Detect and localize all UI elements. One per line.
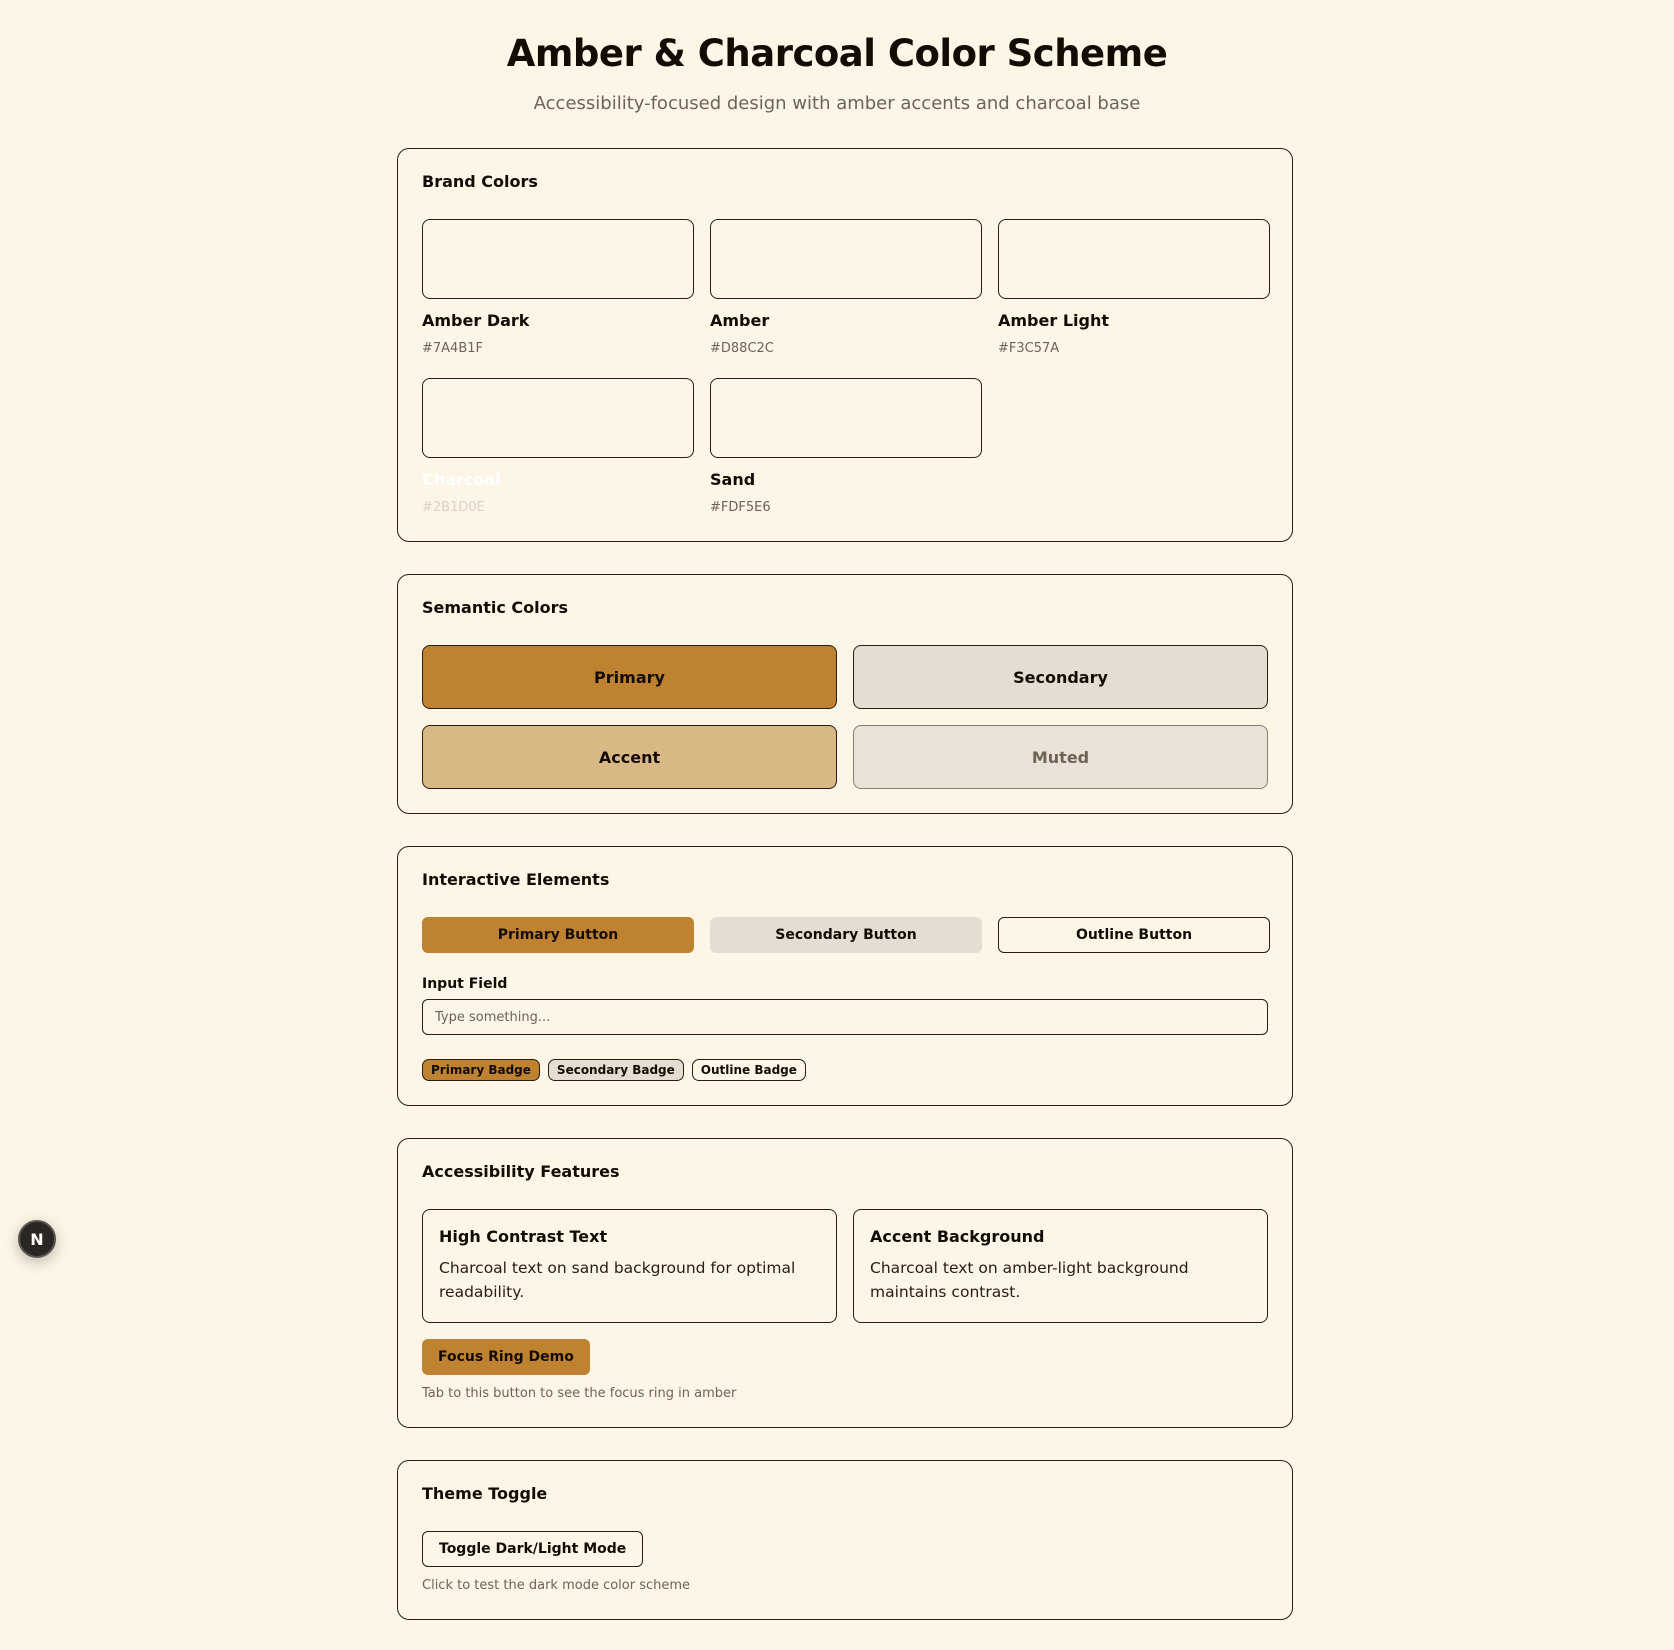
semantic-primary-tile: Primary	[422, 645, 837, 709]
swatch-hex: #2B1D0E	[422, 500, 485, 515]
nextjs-logo-icon[interactable]: N	[18, 1220, 56, 1258]
swatch-box	[422, 219, 694, 299]
swatch-amber-dark: Amber Dark #7A4B1F	[422, 219, 694, 358]
main-content: Brand Colors Amber Dark #7A4B1F Amber #D…	[397, 148, 1293, 1620]
feature-title: Accent Background	[870, 1227, 1045, 1246]
outline-badge: Outline Badge	[691, 1059, 806, 1081]
swatch-sand: Sand #FDF5E6	[710, 378, 982, 517]
semantic-grid: Primary Secondary Accent Muted	[422, 645, 1268, 789]
brand-colors-card: Brand Colors Amber Dark #7A4B1F Amber #D…	[397, 148, 1293, 542]
page-title: Amber & Charcoal Color Scheme	[506, 32, 1168, 75]
swatch-box	[710, 219, 982, 299]
semantic-accent-tile: Accent	[422, 725, 837, 789]
fab-label: N	[30, 1229, 44, 1249]
page-header: Amber & Charcoal Color Scheme Accessibil…	[0, 0, 1674, 116]
primary-badge: Primary Badge	[422, 1059, 540, 1081]
swatch-hex: #7A4B1F	[422, 341, 483, 356]
accessibility-features-card: Accessibility Features High Contrast Tex…	[397, 1138, 1293, 1428]
swatch-hex: #D88C2C	[710, 341, 774, 356]
secondary-button[interactable]: Secondary Button	[710, 917, 982, 953]
card-title: Brand Colors	[422, 172, 538, 191]
swatch-amber-light: Amber Light #F3C57A	[998, 219, 1270, 358]
semantic-secondary-tile: Secondary	[853, 645, 1268, 709]
swatch-name: Amber Dark	[422, 311, 530, 330]
swatch-amber: Amber #D88C2C	[710, 219, 982, 358]
swatch-hex: #F3C57A	[998, 341, 1060, 356]
text-input[interactable]	[422, 999, 1268, 1035]
card-title: Interactive Elements	[422, 870, 610, 889]
swatch-name: Amber Light	[998, 311, 1109, 330]
feature-text: Charcoal text on amber-light background …	[870, 1259, 1189, 1301]
interactive-elements-card: Interactive Elements Primary Button Seco…	[397, 846, 1293, 1106]
card-title: Semantic Colors	[422, 598, 569, 617]
secondary-badge: Secondary Badge	[547, 1059, 684, 1081]
feature-text: Charcoal text on sand background for opt…	[439, 1259, 796, 1301]
theme-hint: Click to test the dark mode color scheme	[422, 1578, 691, 1593]
feature-grid: High Contrast Text Charcoal text on sand…	[422, 1209, 1268, 1323]
feature-accent-background: Accent Background Charcoal text on amber…	[853, 1209, 1268, 1323]
swatch-name: Amber	[710, 311, 770, 330]
feature-title: High Contrast Text	[439, 1227, 608, 1246]
input-label: Input Field	[422, 976, 508, 992]
theme-toggle-card: Theme Toggle Toggle Dark/Light Mode Clic…	[397, 1460, 1293, 1620]
focus-hint: Tab to this button to see the focus ring…	[422, 1386, 737, 1401]
page-subtitle: Accessibility-focused design with amber …	[533, 93, 1141, 114]
primary-button[interactable]: Primary Button	[422, 917, 694, 953]
badge-row: Primary Badge Secondary Badge Outline Ba…	[422, 1059, 1268, 1081]
focus-ring-demo-button[interactable]: Focus Ring Demo	[422, 1339, 590, 1375]
feature-high-contrast: High Contrast Text Charcoal text on sand…	[422, 1209, 837, 1323]
semantic-colors-card: Semantic Colors Primary Secondary Accent…	[397, 574, 1293, 814]
swatch-box	[998, 219, 1270, 299]
semantic-muted-tile: Muted	[853, 725, 1268, 789]
card-title: Accessibility Features	[422, 1162, 620, 1181]
swatch-box	[710, 378, 982, 458]
button-row: Primary Button Secondary Button Outline …	[422, 917, 1270, 953]
swatch-box	[422, 378, 694, 458]
card-title: Theme Toggle	[422, 1484, 548, 1503]
swatch-hex: #FDF5E6	[710, 500, 771, 515]
outline-button[interactable]: Outline Button	[998, 917, 1270, 953]
swatch-grid: Amber Dark #7A4B1F Amber #D88C2C Amber L…	[422, 219, 1270, 517]
swatch-charcoal: Charcoal #2B1D0E	[422, 378, 694, 517]
swatch-name: Sand	[710, 470, 756, 489]
swatch-name: Charcoal	[422, 470, 501, 489]
theme-toggle-button[interactable]: Toggle Dark/Light Mode	[422, 1531, 644, 1567]
